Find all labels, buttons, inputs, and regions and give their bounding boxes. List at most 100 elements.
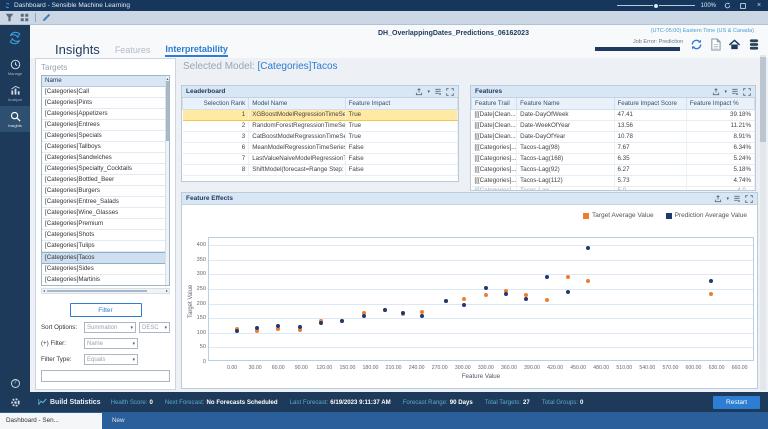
taskbar-tab-dashboard[interactable]: Dashboard - Sen... — [0, 413, 102, 429]
table-row[interactable]: 6MeanModelRegressionTimeSeries(f...False — [182, 142, 458, 154]
sidebar-item-manage[interactable]: Manage — [0, 54, 30, 80]
target-list-item[interactable]: [Categories]Wine_Glasses — [42, 208, 169, 219]
targets-horizontal-scrollbar[interactable]: ◂ ▸ — [41, 288, 170, 294]
target-list-item[interactable]: [Categories]Tacos — [42, 252, 169, 264]
prediction-data-point — [361, 313, 366, 318]
restore-window-icon[interactable] — [738, 1, 748, 10]
table-row[interactable]: 3CatBoostModelRegressionTimeSeri...True — [182, 131, 458, 143]
export-options-caret-icon[interactable]: ▾ — [724, 89, 727, 95]
database-stack-icon[interactable] — [748, 38, 760, 51]
target-list-item[interactable]: [Categories]Burgers — [42, 186, 169, 197]
legend-item[interactable]: Target Average Value — [583, 212, 654, 219]
target-list-item[interactable]: [Categories]Sandwiches — [42, 153, 169, 164]
table-row[interactable]: 1 XGBoostModelRegressionTimeSeri... True — [182, 108, 458, 121]
table-row[interactable]: 7 LastValueNaiveModelRegressionTi... False — [182, 153, 458, 165]
columns-icon[interactable] — [434, 88, 442, 96]
target-list-item[interactable]: [Categories]Tallboys — [42, 142, 169, 153]
filter-button[interactable]: Filter — [69, 303, 142, 317]
taskbar-new-button[interactable]: New — [112, 412, 125, 429]
restart-button[interactable]: Restart — [713, 395, 760, 409]
filter-field-select[interactable]: Name ▾ — [84, 338, 138, 349]
table-row[interactable]: [[[Categories]... Tacos-Lag(92) 6.27 5.18% — [471, 164, 755, 176]
zoom-slider[interactable] — [616, 3, 695, 8]
scroll-right-icon[interactable]: ▸ — [166, 288, 168, 293]
expand-icon[interactable] — [745, 194, 753, 203]
table-cell: [[[Date]Clean... — [471, 120, 518, 132]
scroll-thumb[interactable] — [47, 290, 147, 292]
gear-icon[interactable] — [10, 397, 21, 408]
tab-insights[interactable]: Insights — [55, 42, 100, 57]
home-icon[interactable] — [728, 38, 741, 51]
target-list-item[interactable]: [Categories]Premium — [42, 219, 169, 230]
scroll-left-icon[interactable]: ◂ — [43, 288, 45, 293]
column-header[interactable]: Feature Trail — [471, 98, 518, 110]
filter-icon[interactable] — [5, 13, 14, 22]
expand-icon[interactable] — [743, 87, 751, 96]
target-list-item[interactable]: [Categories]Bottled_Beer — [42, 175, 169, 186]
targets-column-header[interactable]: Name — [42, 76, 169, 87]
table-row[interactable]: [[[Categories]... Tacos-Lag(98) 7.67 6.34% — [471, 142, 755, 154]
status-item-label: Total Groups: — [541, 398, 578, 406]
legend-item[interactable]: Prediction Average Value — [665, 212, 747, 219]
table-row[interactable]: [[[Categories]... Tacos-Lag(168) 6.35 5.24% — [471, 153, 755, 165]
sort-options-select[interactable]: Summation ▾ — [84, 322, 137, 333]
tab-features[interactable]: Features — [115, 45, 151, 57]
columns-icon[interactable] — [731, 88, 739, 96]
column-header[interactable]: Selection Rank — [182, 98, 250, 110]
target-list-item[interactable]: [Categories]Specials — [42, 131, 169, 142]
target-list-item[interactable]: [Categories]Appetizers — [42, 109, 169, 120]
target-list-item[interactable]: [Categories]Entrees — [42, 120, 169, 131]
columns-icon[interactable] — [733, 195, 741, 203]
target-list-item[interactable]: [Categories]Martinis — [42, 275, 169, 285]
export-icon[interactable] — [712, 87, 720, 96]
table-cell: LastValueNaiveModelRegressionTi... — [248, 153, 346, 165]
sort-direction-select[interactable]: DESC ▾ — [139, 322, 170, 333]
column-header[interactable]: Feature Impact — [344, 98, 458, 110]
scroll-thumb[interactable] — [166, 81, 169, 141]
table-row[interactable]: [[[Date]Clean... Date-DayOfWeek 47.41 39.18… — [471, 109, 755, 121]
column-header[interactable]: Feature Impact Score — [613, 98, 687, 110]
table-row[interactable]: [[[Categories]... Tacos-Lag(112) 5.73 4.74% — [471, 175, 755, 187]
selected-model-value[interactable]: [Categories]Tacos — [258, 61, 338, 72]
export-options-caret-icon[interactable]: ▾ — [427, 89, 430, 95]
export-options-caret-icon[interactable]: ▾ — [726, 196, 729, 202]
target-list-item[interactable]: [Categories]Sides — [42, 264, 169, 275]
table-cell: 5.24% — [686, 153, 755, 165]
target-list-item[interactable]: [Categories]Shots — [42, 230, 169, 241]
expand-icon[interactable] — [446, 87, 454, 96]
close-window-icon[interactable]: × — [754, 1, 764, 10]
table-row[interactable]: [[[Date]Clean... Date-WeekOfYear 13.56 11.2… — [471, 120, 755, 132]
column-header[interactable]: Feature Name — [516, 98, 615, 110]
target-list-item[interactable]: [Categories]Specialty_Cocktails — [42, 164, 169, 175]
sidebar-item-insights[interactable]: Insights — [0, 106, 30, 132]
features-title: Features — [475, 88, 503, 95]
target-list-item[interactable]: [Categories]Entree_Salads — [42, 197, 169, 208]
column-header[interactable]: Feature Impact % — [685, 98, 755, 110]
build-statistics[interactable]: Build Statistics — [38, 398, 101, 406]
export-icon[interactable] — [714, 194, 722, 203]
help-icon[interactable]: ? — [10, 378, 20, 388]
target-list-item[interactable]: [Categories]Tulips — [42, 241, 169, 252]
grid-icon[interactable] — [20, 13, 29, 22]
table-row[interactable]: 8 ShiftModel(forecast=Range Step: 9... Fal… — [182, 164, 458, 176]
sidebar-item-analyze[interactable]: Analyze — [0, 80, 30, 106]
refresh-window-icon[interactable] — [722, 1, 732, 10]
sync-icon[interactable] — [690, 38, 703, 51]
filter-type-select[interactable]: Equals ▾ — [84, 354, 138, 365]
targets-vertical-scrollbar[interactable]: ▴ — [165, 76, 169, 285]
target-list-item[interactable]: [Categories]Pints — [42, 98, 169, 109]
edit-pencil-icon[interactable] — [42, 13, 51, 22]
tab-interpretability[interactable]: Interpretability — [165, 44, 228, 57]
table-row[interactable]: [[[Date]Clean... Date-DayOfYear 10.78 8.91% — [471, 131, 755, 143]
zoom-slider-handle[interactable] — [653, 3, 658, 8]
main-scrollbar[interactable] — [760, 55, 766, 390]
export-icon[interactable] — [415, 87, 423, 96]
document-icon[interactable] — [710, 38, 721, 51]
legend-label: Target Average Value — [592, 212, 654, 219]
scroll-thumb[interactable] — [760, 57, 766, 142]
table-cell: 5.73 — [614, 175, 687, 187]
column-header[interactable]: Model Name — [248, 98, 346, 110]
table-row[interactable]: 2RandomForestRegressionTimeSerie...True — [182, 120, 458, 132]
filter-text-input[interactable] — [41, 370, 170, 382]
target-list-item[interactable]: [Categories]Call — [42, 87, 169, 98]
